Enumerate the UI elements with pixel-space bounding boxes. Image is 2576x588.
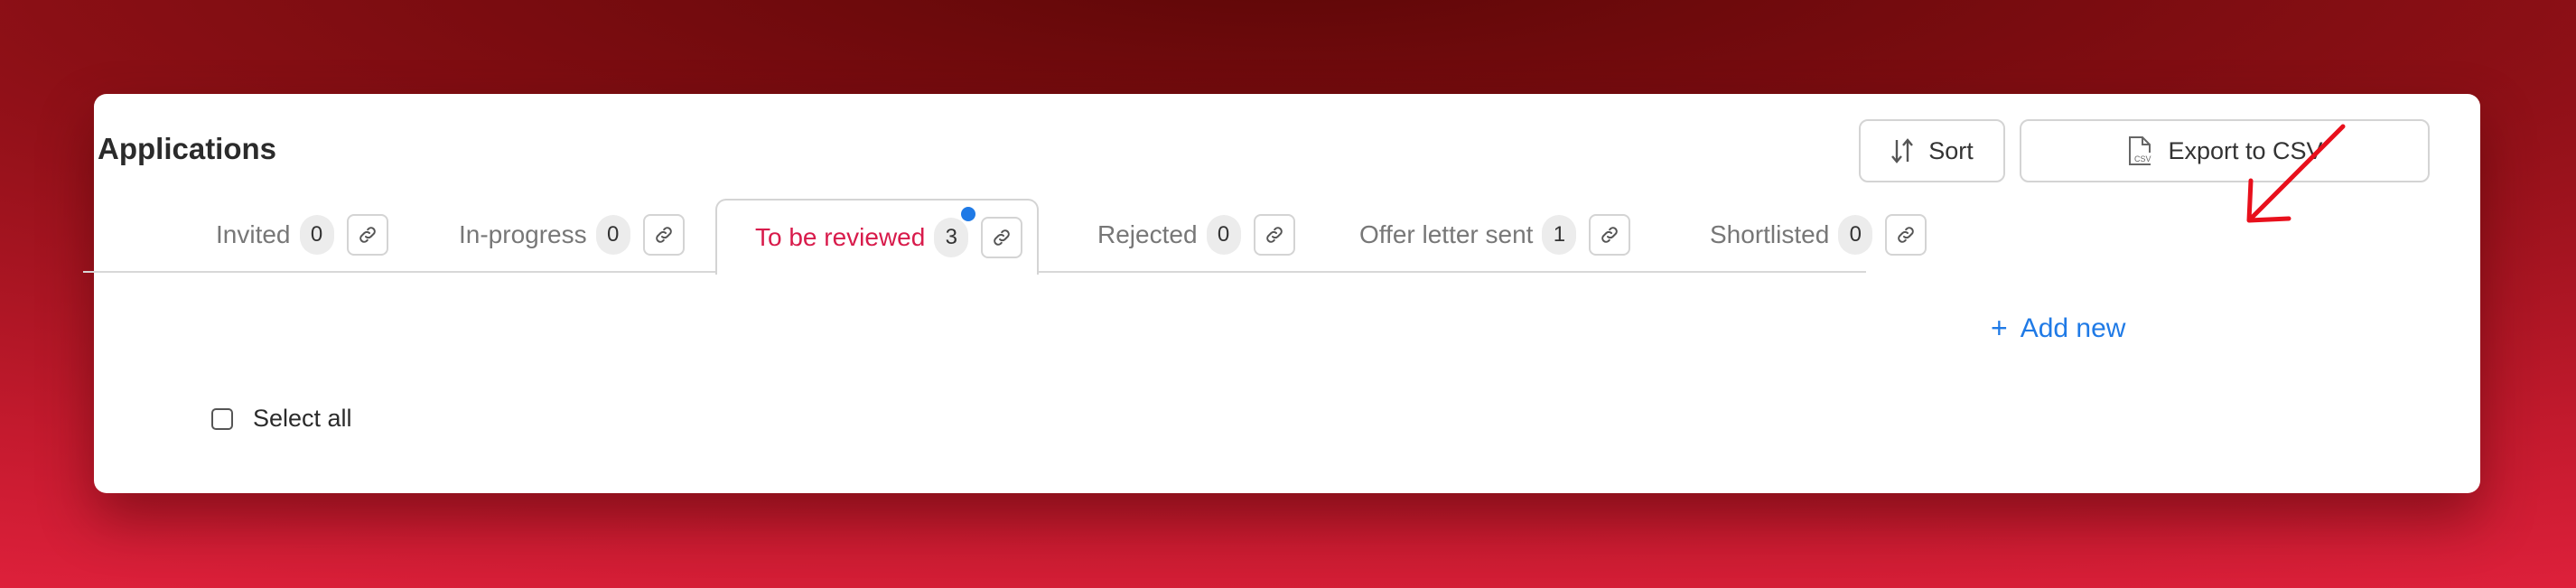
tab-count-badge: 1 [1542,215,1577,255]
link-icon[interactable] [1589,214,1631,256]
sort-button-label: Sort [1928,136,1974,164]
tab-offer-letter-sent[interactable]: Offer letter sent 1 [1359,199,1631,271]
select-all-control[interactable]: Select all [211,405,352,433]
tab-shortlisted[interactable]: Shortlisted 0 [1710,199,1927,271]
tab-count-badge: 0 [595,215,630,255]
export-csv-label: Export to CSV [2168,136,2323,164]
tab-count-value: 3 [945,225,958,249]
tab-label: Invited [216,220,291,248]
tab-in-progress[interactable]: In-progress 0 [459,199,685,271]
tab-label: To be reviewed [755,223,926,251]
export-csv-button[interactable]: CSV Export to CSV [2020,119,2430,182]
sort-icon [1890,136,1914,165]
tab-rejected[interactable]: Rejected 0 [1097,199,1295,271]
tab-count-badge: 0 [299,215,334,255]
tab-count-badge: 0 [1206,215,1241,255]
link-icon[interactable] [346,214,388,256]
link-icon[interactable] [1253,214,1295,256]
link-icon[interactable] [642,214,685,256]
sort-button[interactable]: Sort [1859,119,2005,182]
plus-icon: + [1991,312,2008,344]
tab-count-badge: 3 [934,207,976,257]
link-icon[interactable] [1885,214,1927,256]
page-title: Applications [98,132,277,165]
add-new-button[interactable]: + Add new [1991,312,2125,345]
tab-label: In-progress [459,220,587,248]
add-new-label: Add new [2020,313,2126,343]
tab-label: Rejected [1097,220,1198,248]
notification-dot [961,207,976,221]
link-icon[interactable] [981,217,1023,258]
tab-invited[interactable]: Invited 0 [216,199,388,271]
tab-count-badge: 0 [1838,215,1873,255]
tab-label: Shortlisted [1710,220,1830,248]
tab-to-be-reviewed[interactable]: To be reviewed 3 [715,199,1040,275]
select-all-label: Select all [253,405,352,432]
csv-file-icon: CSV [2126,135,2153,166]
select-all-checkbox[interactable] [211,407,233,430]
tab-label: Offer letter sent [1359,220,1534,248]
svg-text:CSV: CSV [2134,154,2151,163]
